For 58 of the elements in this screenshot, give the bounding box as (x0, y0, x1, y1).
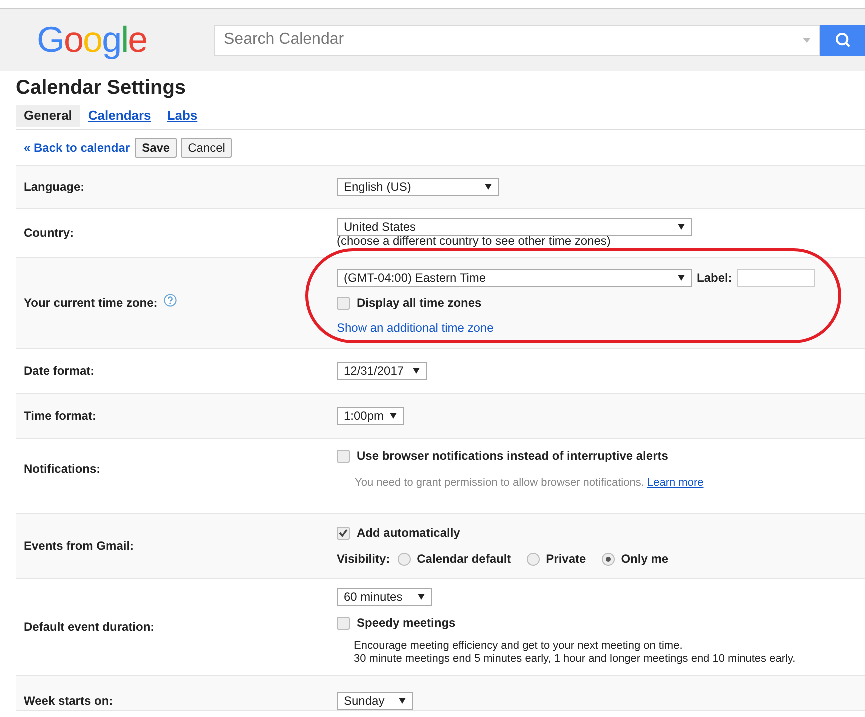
field-label: Label: (697, 271, 732, 285)
checkbox[interactable] (337, 450, 350, 462)
caret-icon (390, 413, 397, 419)
radio-button[interactable] (398, 552, 412, 566)
label-field[interactable] (737, 269, 816, 287)
search-field[interactable]: Search Calendar (214, 24, 820, 56)
radio-label: Private (546, 552, 586, 566)
checkbox[interactable] (337, 296, 350, 310)
setting-label: Time format: (24, 409, 96, 423)
caret-icon (678, 275, 685, 281)
tab[interactable]: Labs (159, 105, 206, 127)
radio-label: Only me (621, 552, 669, 566)
dropdown[interactable]: (GMT-04:00) Eastern Time (337, 269, 692, 287)
checkbox[interactable] (337, 616, 350, 630)
caret-icon (803, 38, 811, 42)
search-button[interactable] (820, 24, 865, 56)
dropdown[interactable]: 12/31/2017 (337, 362, 427, 380)
dropdown[interactable]: 60 minutes (337, 588, 432, 606)
help-icon[interactable] (164, 294, 177, 306)
visibility-label: Visibility: (337, 552, 390, 566)
tab[interactable]: Calendars (80, 105, 160, 127)
cancel-button[interactable]: Cancel (181, 138, 232, 158)
search-icon (834, 32, 850, 48)
dropdown[interactable]: Sunday (337, 692, 413, 710)
caret-icon (418, 594, 425, 600)
checkbox-label: Display all time zones (357, 296, 482, 310)
caret-icon (399, 698, 406, 704)
save-button[interactable]: Save (135, 138, 178, 158)
additional-timezone-link[interactable]: Show an additional time zone (337, 321, 494, 335)
checkbox-label: Add automatically (357, 526, 460, 540)
setting-label: Notifications: (24, 462, 101, 476)
setting-label: Week starts on: (24, 694, 114, 708)
caret-icon (678, 224, 685, 230)
logo: Google (37, 20, 148, 60)
setting-label: Language: (24, 180, 85, 194)
dropdown[interactable]: United States (337, 218, 692, 236)
dropdown[interactable]: 1:00pm (337, 407, 404, 425)
page-title: Calendar Settings (16, 76, 188, 100)
setting-label: Default event duration: (24, 620, 155, 634)
checkbox[interactable] (337, 526, 350, 540)
dropdown[interactable]: English (US) (337, 178, 499, 196)
checkbox-label: Use browser notifications instead of interruptive alerts (357, 449, 668, 463)
caret-icon (485, 184, 492, 190)
radio-label: Calendar default (417, 552, 512, 566)
setting-label: Country: (24, 226, 74, 240)
country-note: (choose a different country to see other time zones) (337, 234, 612, 248)
checkbox-label: Speedy meetings (357, 616, 456, 630)
permission-hint: You need to grant permission to allow browser notifications. Learn more (355, 477, 705, 489)
radio-button[interactable] (602, 552, 616, 566)
learn-more-link[interactable]: Learn more (647, 477, 704, 489)
setting-label: Date format: (24, 364, 95, 378)
caret-icon (413, 368, 420, 374)
setting-label: Events from Gmail: (24, 539, 134, 553)
speedy-meetings-description: Encourage meeting efficiency and get to your next meeting on time. 30 minute meetings end 5 minutes early, 1 hour and longer meetings end 10 minutes early. (354, 640, 797, 666)
tab[interactable]: General (16, 105, 80, 127)
radio-button[interactable] (527, 552, 540, 566)
setting-label: Your current time zone: (24, 296, 158, 310)
back-link[interactable]: « Back to calendar (24, 141, 130, 155)
